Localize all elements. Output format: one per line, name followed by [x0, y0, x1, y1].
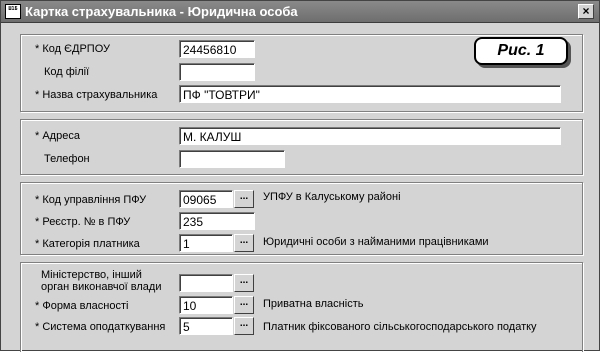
payer-category-description: Юридичні особи з найманими працівниками: [263, 236, 489, 248]
edrpou-field[interactable]: 24456810: [179, 40, 255, 58]
phone-label: Телефон: [44, 153, 90, 165]
tax-system-label: * Система оподаткування: [35, 321, 166, 333]
app-icon: Ш1Б: [5, 4, 21, 19]
branch-code-label: Код філії: [44, 66, 90, 78]
ministry-lookup-button[interactable]: ...: [234, 274, 254, 292]
ministry-label: Міністерство, інший орган виконавчої вла…: [41, 269, 162, 293]
insurer-name-label: * Назва страхувальника: [35, 89, 158, 101]
address-field[interactable]: М. КАЛУШ: [179, 127, 561, 145]
tax-system-description: Платник фіксованого сільськогосподарсько…: [263, 321, 537, 333]
ownership-form-description: Приватна власність: [263, 298, 364, 310]
close-button[interactable]: ×: [578, 4, 594, 19]
insurer-card-window: Ш1Б Картка страхувальника - Юридична осо…: [0, 0, 600, 352]
ministry-field[interactable]: [179, 274, 233, 292]
ownership-form-lookup-button[interactable]: ...: [234, 296, 254, 314]
tax-system-field[interactable]: 5: [179, 317, 233, 335]
edrpou-label: * Код ЄДРПОУ: [35, 43, 110, 55]
branch-code-field[interactable]: [179, 63, 255, 81]
reg-number-label: * Реєстр. № в ПФУ: [35, 216, 131, 228]
ownership-form-label: * Форма власності: [35, 300, 129, 312]
pfu-code-label: * Код управління ПФУ: [35, 194, 147, 206]
reg-number-field[interactable]: 235: [179, 212, 255, 230]
figure-badge: Рис. 1: [474, 37, 568, 65]
payer-category-field[interactable]: 1: [179, 234, 233, 252]
pfu-code-field[interactable]: 09065: [179, 190, 233, 208]
title-bar[interactable]: Ш1Б Картка страхувальника - Юридична осо…: [1, 1, 599, 23]
pfu-code-description: УПФУ в Калуському районі: [263, 191, 401, 203]
ownership-form-field[interactable]: 10: [179, 296, 233, 314]
tax-system-lookup-button[interactable]: ...: [234, 317, 254, 335]
address-label: * Адреса: [35, 130, 80, 142]
payer-category-lookup-button[interactable]: ...: [234, 234, 254, 252]
pfu-code-lookup-button[interactable]: ...: [234, 190, 254, 208]
window-title: Картка страхувальника - Юридична особа: [25, 4, 298, 19]
payer-category-label: * Категорія платника: [35, 238, 140, 250]
phone-field[interactable]: [179, 150, 285, 168]
insurer-name-field[interactable]: ПФ "ТОВТРИ": [179, 85, 561, 103]
